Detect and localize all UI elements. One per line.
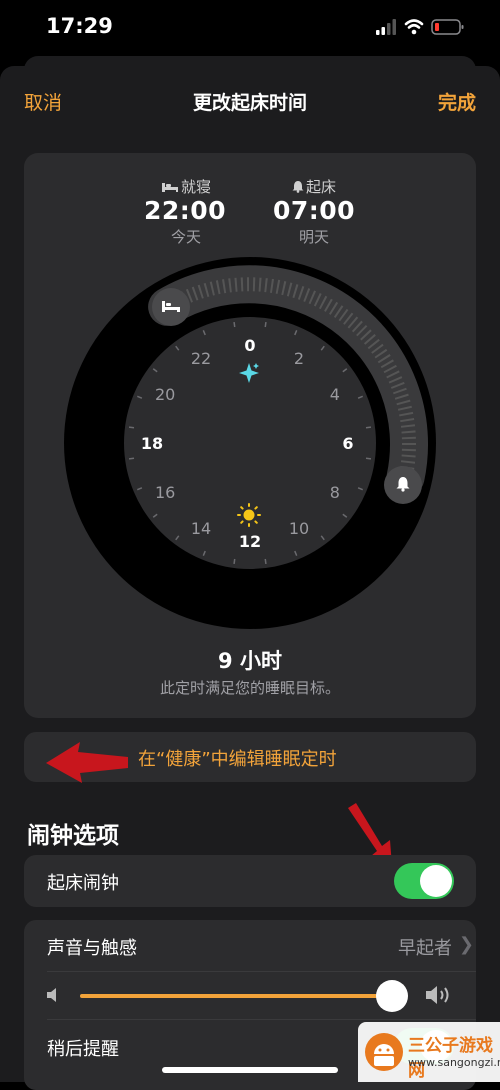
- sleep-duration: 9 小时: [218, 649, 282, 673]
- edit-in-health-link[interactable]: 在“健康”中编辑睡眠定时: [138, 745, 337, 771]
- watermark-logo: 三公子游戏网 www.sangongzi.net: [358, 1022, 500, 1082]
- sleep-goal-note: 此定时满足您的睡眠目标。: [159, 679, 340, 697]
- volume-slider-track[interactable]: [80, 994, 392, 998]
- sound-haptics-value[interactable]: 早起者: [398, 934, 452, 960]
- clock-tick: [233, 321, 236, 328]
- divider: [47, 1019, 476, 1020]
- clock-hour-label: 4: [330, 385, 340, 404]
- clock-hour-label: 10: [289, 519, 309, 538]
- clock-tick: [365, 457, 372, 460]
- clock-hour-label: 12: [239, 532, 261, 551]
- chevron-right-icon[interactable]: ❯: [459, 934, 474, 955]
- snooze-label: 稍后提醒: [47, 1039, 119, 1060]
- volume-high-icon: [426, 986, 449, 1004]
- wake-alarm-toggle[interactable]: [394, 863, 454, 899]
- clock-hour-label: 2: [294, 349, 304, 368]
- clock-hour-label: 0: [244, 336, 255, 355]
- clock-tick: [365, 426, 372, 429]
- clock-hour-label: 14: [191, 519, 211, 538]
- volume-low-icon: [47, 988, 56, 1002]
- home-indicator[interactable]: [162, 1067, 338, 1073]
- alarm-options-title: 闹钟选项: [27, 823, 119, 849]
- divider: [47, 971, 476, 972]
- clock-hour-label: 8: [330, 483, 340, 502]
- clock-hour-label: 20: [155, 385, 175, 404]
- clock-tick: [264, 321, 267, 328]
- clock-hour-label: 22: [191, 349, 211, 368]
- volume-slider-thumb[interactable]: [376, 980, 408, 1012]
- clock-hour-label: 16: [155, 483, 175, 502]
- android-mascot-icon: [365, 1033, 403, 1071]
- clock-hour-label: 6: [342, 434, 353, 453]
- sound-haptics-label[interactable]: 声音与触感: [47, 934, 137, 960]
- wake-alarm-label: 起床闹钟: [47, 873, 119, 894]
- clock-tick: [233, 558, 236, 565]
- watermark-url: www.sangongzi.net: [408, 1056, 500, 1069]
- clock-tick: [128, 426, 135, 429]
- clock-hour-label: 18: [141, 434, 163, 453]
- clock-tick: [264, 558, 267, 565]
- clock-tick: [128, 457, 135, 460]
- toggle-knob: [420, 865, 452, 897]
